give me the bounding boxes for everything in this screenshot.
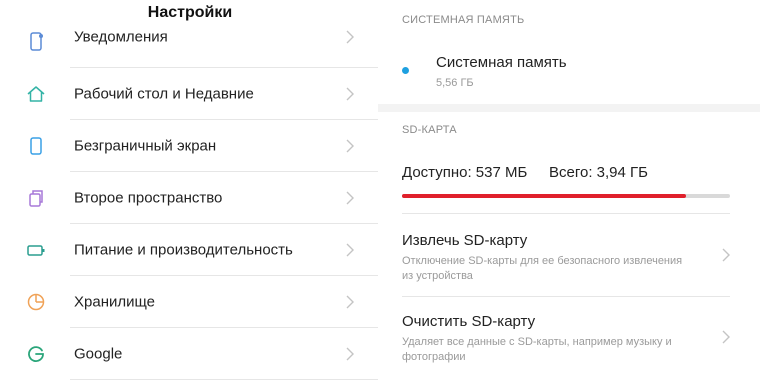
chevron-right-icon [346,243,354,257]
settings-item-label: Безграничный экран [74,137,217,155]
chevron-right-icon [722,248,730,262]
chevron-right-icon [346,87,354,101]
home-icon [26,84,46,104]
eject-sd-description: Отключение SD-карты для ее безопасного и… [402,255,683,282]
chevron-right-icon [722,330,730,344]
settings-panel: Настройки Уведомления Рабочий стол и Нед… [0,0,378,386]
clear-sd-row[interactable]: Очистить SD-карту Удаляет все данные с S… [378,297,760,379]
screen: Настройки Уведомления Рабочий стол и Нед… [0,0,760,386]
phone-icon [26,136,46,156]
settings-item-google[interactable]: Google [0,328,378,380]
clear-sd-title: Очистить SD-карту [402,313,536,330]
eject-sd-row[interactable]: Извлечь SD-карту Отключение SD-карты для… [378,214,760,296]
settings-item-label: Google [74,345,123,363]
storage-pie-icon [26,292,46,312]
settings-item-label: Уведомления [74,28,168,46]
section-title: СИСТЕМНАЯ ПАМЯТЬ [402,14,525,26]
clear-sd-description: Удаляет все данные с SD-карты, например … [402,336,672,363]
settings-item-power[interactable]: Питание и производительность [0,224,378,276]
settings-item-fullscreen[interactable]: Безграничный экран [0,120,378,172]
settings-item-label: Хранилище [74,293,155,311]
chevron-right-icon [346,139,354,153]
google-icon [26,344,46,364]
sd-total-label: Всего: 3,94 ГБ [549,164,648,181]
sd-card-card: SD-КАРТА Доступно: 537 МБ Всего: 3,94 ГБ… [378,112,760,386]
chevron-right-icon [346,30,354,44]
section-title: SD-КАРТА [402,124,457,136]
system-memory-card: СИСТЕМНАЯ ПАМЯТЬ Системная память 5,56 Г… [378,0,760,104]
settings-item-home[interactable]: Рабочий стол и Недавние [0,68,378,120]
settings-item-label: Питание и производительность [74,241,293,259]
system-memory-size: 5,56 ГБ [436,77,474,89]
settings-item-label: Второе пространство [74,189,223,207]
chevron-right-icon [346,347,354,361]
storage-panel: СИСТЕМНАЯ ПАМЯТЬ Системная память 5,56 Г… [378,0,760,386]
settings-item-second-space[interactable]: Второе пространство [0,172,378,224]
battery-icon [26,240,46,260]
chevron-right-icon [346,191,354,205]
system-memory-dot [402,67,409,74]
sd-available-label: Доступно: 537 МБ [402,164,528,181]
storage-progress-fill [402,194,687,198]
settings-item-notifications[interactable]: Уведомления [0,16,378,68]
settings-item-storage[interactable]: Хранилище [0,276,378,328]
copy-icon [26,188,46,208]
settings-item-label: Рабочий стол и Недавние [74,85,254,103]
eject-sd-title: Извлечь SD-карту [402,232,528,249]
divider [70,379,378,380]
notification-icon [26,32,46,52]
system-memory-label: Системная память [436,54,567,71]
chevron-right-icon [346,295,354,309]
storage-progress-bar [402,194,730,198]
